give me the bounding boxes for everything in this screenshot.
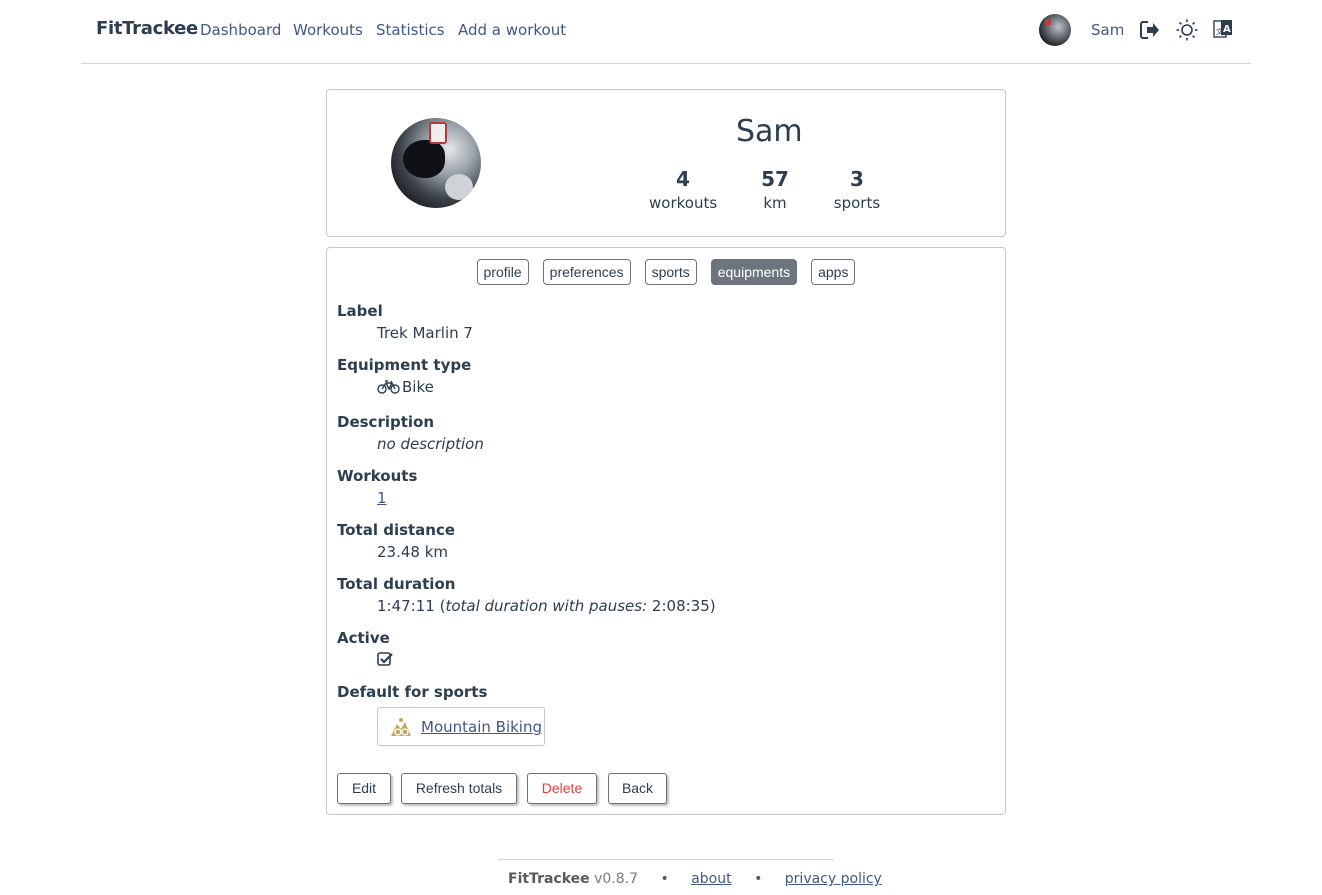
stat-sports-value: 3 [850, 167, 864, 191]
stat-distance: 57 km [752, 167, 798, 212]
nav-statistics[interactable]: Statistics [376, 21, 445, 39]
footer-divider [498, 859, 834, 860]
footer-separator: • [660, 871, 669, 887]
profile-card: Sam 4 workouts 57 km 3 sports [326, 89, 1006, 237]
equipment-card: profile preferences sports equipments ap… [326, 247, 1006, 815]
svg-text:A: A [1223, 24, 1231, 35]
description-title: Description [337, 413, 435, 431]
mountain-biking-icon [391, 718, 411, 736]
workouts-title: Workouts [337, 467, 418, 485]
tab-apps[interactable]: apps [811, 259, 856, 285]
footer-separator: • [754, 871, 763, 887]
label-value: Trek Marlin 7 [377, 324, 473, 342]
tab-sports[interactable]: sports [644, 259, 697, 285]
tab-equipments[interactable]: equipments [710, 259, 798, 285]
pauses-label: total duration with pauses: [445, 597, 648, 615]
stat-sports: 3 sports [832, 167, 882, 212]
stat-workouts: 4 workouts [649, 167, 717, 212]
nav-dashboard[interactable]: Dashboard [200, 21, 281, 39]
language-icon[interactable]: A 文 [1211, 18, 1235, 42]
moving-duration: 1:47:11 [377, 597, 435, 615]
total-duration-title: Total duration [337, 575, 456, 593]
sun-icon[interactable] [1175, 18, 1199, 42]
tab-profile[interactable]: profile [476, 259, 529, 285]
default-sport-link[interactable]: Mountain Biking [421, 718, 542, 736]
edit-button[interactable]: Edit [337, 773, 391, 804]
bike-icon [377, 380, 400, 394]
svg-text:文: 文 [1216, 27, 1223, 36]
delete-button[interactable]: Delete [527, 773, 597, 804]
footer: FitTrackee v0.8.7 • about • privacy poli… [508, 871, 882, 887]
equipment-type-title: Equipment type [337, 356, 472, 374]
footer-privacy-link[interactable]: privacy policy [785, 871, 882, 887]
active-title: Active [337, 629, 390, 647]
default-sport-badge: Mountain Biking [377, 707, 545, 746]
nav-workouts[interactable]: Workouts [293, 21, 363, 39]
profile-avatar [391, 118, 481, 208]
footer-brand: FitTrackee [508, 871, 590, 887]
refresh-totals-button[interactable]: Refresh totals [401, 773, 517, 804]
stat-workouts-value: 4 [676, 167, 690, 191]
stat-sports-label: sports [833, 194, 881, 212]
total-distance-title: Total distance [337, 521, 456, 539]
stat-workouts-label: workouts [649, 194, 718, 212]
description-value: no description [377, 435, 484, 453]
pauses-duration: 2:08:35 [651, 597, 710, 615]
workouts-count-link[interactable]: 1 [377, 489, 387, 507]
nav-username[interactable]: Sam [1091, 21, 1124, 39]
back-button[interactable]: Back [608, 773, 667, 804]
user-avatar[interactable] [1039, 14, 1071, 46]
total-distance-value: 23.48 km [377, 543, 449, 561]
label-title: Label [337, 302, 383, 320]
default-sports-title: Default for sports [337, 683, 488, 701]
navbar: FitTrackee Dashboard Workouts Statistics… [81, 0, 1251, 64]
equipment-type-label: Bike [402, 378, 434, 396]
nav-add-workout[interactable]: Add a workout [458, 21, 566, 39]
active-check-icon [377, 651, 393, 671]
tab-preferences[interactable]: preferences [542, 259, 631, 285]
stat-distance-value: 57 [761, 167, 789, 191]
footer-version: v0.8.7 [594, 871, 639, 887]
footer-about-link[interactable]: about [691, 871, 731, 887]
profile-name: Sam [736, 114, 803, 149]
logout-icon[interactable] [1138, 18, 1162, 42]
settings-tabs: profile preferences sports equipments ap… [327, 259, 1005, 285]
equipment-type-value: Bike [377, 378, 434, 396]
total-duration-value: 1:47:11 (total duration with pauses: 2:0… [377, 597, 716, 615]
stat-distance-label: km [763, 194, 787, 212]
brand-logo[interactable]: FitTrackee [96, 18, 198, 39]
